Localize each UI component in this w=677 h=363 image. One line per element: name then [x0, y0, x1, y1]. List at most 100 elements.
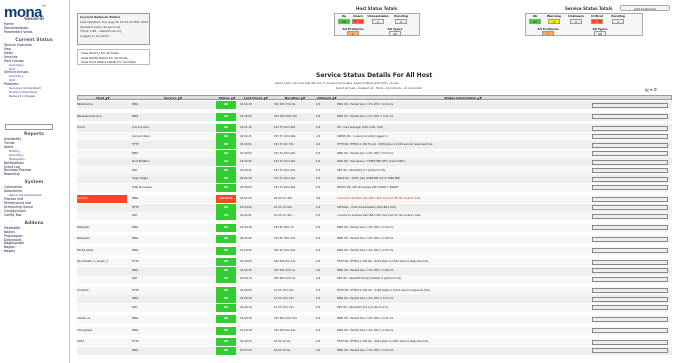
svc-unknown-count[interactable]: 0: [570, 19, 582, 24]
sidebar-item-parameters-views[interactable]: Parameters Views: [4, 30, 32, 34]
table-row[interactable]: BibliaLaboratorium PING OK 16:45:02 31d 20h …: [77, 112, 672, 121]
table-row[interactable]: SSH OK 16:40:31 15d 7h 10m 40s 1/4 SSH OK - O…: [77, 166, 672, 175]
host-name-cell[interactable]: Netapp02: [77, 235, 127, 243]
host-name-cell: [77, 184, 127, 192]
link-host-status[interactable]: View Host Status Detail For All Hosts: [81, 60, 136, 64]
table-row[interactable]: SSH OK 16:40:14 30d 20h 10m 1s 1/4 SSH OK - O…: [77, 275, 672, 283]
host-up-header[interactable]: Up: [338, 14, 350, 18]
host-down-count[interactable]: 1: [352, 19, 364, 24]
link-history[interactable]: View History For all hosts: [81, 51, 119, 55]
host-name-cell: [77, 267, 127, 275]
last-check-cell: 16:40:14: [240, 277, 252, 280]
table-row[interactable]: PING OK 16:44:38 30d 20h 10m 1s 1/4 PING OK -…: [77, 266, 672, 275]
table-row[interactable]: HTTP OK 16:43:24 0d 0h 1m 55s 1/4 CRITICAL - …: [77, 203, 672, 212]
search-input[interactable]: [5, 124, 53, 130]
duration-cell: 15d 4h 35m 12s: [274, 237, 296, 240]
table-row[interactable]: ScriptVM HTTP OK 16:44:05 1d 5h 17m 31s 1/4 HT…: [77, 286, 672, 295]
table-row[interactable]: Vmstor-ux PING OK 16:43:18 31d 20h 10m 51s 1/…: [77, 315, 672, 323]
table-row[interactable]: Dom4 Current Load OK 16:41:10 15d 7h 10m 40s…: [77, 124, 672, 132]
table-row[interactable]: AVO3 HTTP OK 16:44:24 0d 0h 4m 0s 1/4 HTTP OK:…: [77, 338, 672, 346]
table-row[interactable]: Netapp02 PING OK 16:42:40 15d 4h 35m 12s 1/4 P…: [77, 235, 672, 243]
status-info-cell: PING OK - Packet loss = 0%, RTA = 0.18 m…: [337, 328, 394, 332]
table-row[interactable]: Vmmyleads PING OK 16:43:18 31d 20h 9m 44s 1/4…: [77, 326, 672, 335]
sidebar-item-config-tool[interactable]: Config Tool: [4, 213, 21, 217]
attempt-cell: 1/4: [316, 134, 321, 138]
service-name-cell: Total Processes: [132, 185, 152, 189]
sidebar-item-nagios[interactable]: Nagios: [4, 249, 15, 253]
service-name-cell: PING: [132, 103, 139, 106]
last-check-cell: 16:45:02: [240, 114, 252, 118]
host-all-problems-count[interactable]: 1: [347, 31, 359, 36]
svc-all-problems-count[interactable]: 7: [542, 31, 554, 36]
table-tools[interactable]: ▤ ▾ ⚙: [645, 87, 657, 92]
host-name-cell[interactable]: Vmmyleads: [77, 327, 127, 335]
svc-ok-count[interactable]: 91: [529, 19, 541, 24]
svc-critical-header[interactable]: Critical: [588, 14, 606, 18]
host-name-cell[interactable]: Dom4: [77, 124, 127, 132]
service-name-cell: PING: [132, 114, 139, 118]
host-name-cell[interactable]: Vmstor-ux: [77, 315, 127, 323]
table-row[interactable]: BibliaCentre PING OK 16:44:18 31d 20h 31m 8s…: [77, 101, 672, 109]
host-name-cell[interactable]: Netapp01: [77, 224, 127, 232]
host-name-cell[interactable]: Gosforth: [77, 195, 127, 203]
bookmark-button[interactable]: Add bookmark: [620, 5, 670, 11]
status-cell: OK: [216, 158, 236, 166]
host-pending-count[interactable]: 0: [395, 19, 407, 24]
sidebar-subitem-network-outages[interactable]: Network Outages: [9, 94, 35, 98]
status-info-cell: OK - load average: 0.00, 0.00, 0.00: [337, 126, 383, 129]
host-up-count[interactable]: 28: [338, 19, 350, 24]
host-pending-header[interactable]: Pending: [392, 14, 410, 18]
svc-all-types-count[interactable]: 98: [594, 31, 606, 36]
status-info-cell: PING OK - Packet loss = 0%, RTA = 0.03 m…: [337, 151, 394, 155]
host-name-cell[interactable]: BibliaLaboratorium: [77, 113, 127, 121]
status-cell: OK: [216, 258, 236, 266]
svc-ok-header[interactable]: Ok: [528, 14, 542, 18]
status-info-cell: PROCS OK: 105 processes with STATE = RSZ…: [337, 185, 399, 189]
svc-warning-count[interactable]: 3: [548, 19, 560, 24]
svc-unknown-header[interactable]: Unknown: [566, 14, 586, 18]
sidebar-item-reporting[interactable]: Reporting: [4, 172, 20, 176]
host-unreachable-count[interactable]: 0: [372, 19, 384, 24]
last-check-cell: 16:44:01: [240, 143, 252, 146]
table-row[interactable]: Gosforth PING CRITICAL 16:41:42 0d 0h 2m 45s…: [77, 195, 672, 203]
perfdata-bar: [592, 125, 668, 131]
host-down-header[interactable]: Down: [352, 14, 364, 18]
service-name-cell: HTTP: [132, 260, 139, 263]
table-row[interactable]: PING OK 16:44:18 1d 5h 17m 31s 1/4 PING OK - …: [77, 295, 672, 303]
svc-pending-header[interactable]: Pending: [608, 14, 628, 18]
svc-pending-count[interactable]: 0: [612, 19, 624, 24]
host-unreachable-header[interactable]: Unreachable: [366, 14, 390, 18]
table-row[interactable]: Current Users OK 16:41:15 15d 7h 10m 40s 1/4…: [77, 132, 672, 141]
host-name-cell[interactable]: ScriptVM: [77, 287, 127, 295]
svc-warning-header[interactable]: Warning: [544, 14, 564, 18]
status-cell: OK: [216, 275, 236, 283]
attempt-cell: 1/4: [316, 114, 321, 118]
table-row[interactable]: RD-02-Adder PING OK 16:43:23 30d 2h 12m 40s 1…: [77, 246, 672, 255]
host-all-types-count[interactable]: 29: [389, 31, 401, 36]
table-row[interactable]: Root Partition OK 16:42:35 15d 7h 10m 40s 1/…: [77, 158, 672, 166]
table-row[interactable]: SSH OK 16:44:14 1d 5h 17m 31s 1/4 SSH OK - Op…: [77, 303, 672, 312]
host-name-cell[interactable]: AVO3: [77, 338, 127, 346]
service-name-cell: PING: [132, 248, 139, 252]
table-row[interactable]: SSH OK 16:42:51 0d 0h 1m 31s 1/4 connect to a…: [77, 212, 672, 220]
status-info-cell: HTTP OK: HTTP/1.1 200 OK - 2700 bytes in…: [337, 288, 430, 292]
link-notifications[interactable]: View Notifications For All Hosts: [81, 56, 128, 60]
table-row[interactable]: Swap Usage OK 16:42:18 15d 7h 10m 40s 1/4 SWA…: [77, 175, 672, 183]
attempt-cell: 1/4: [316, 103, 321, 106]
table-row[interactable]: Roundtable_in_Ocean_U HTTP OK 16:43:03 30d 2…: [77, 258, 672, 266]
table-row[interactable]: Netapp01 PING OK 16:43:18 15d 4h 36m 7s 1/4 PI…: [77, 223, 672, 232]
host-name-cell[interactable]: RD-02-Adder: [77, 247, 127, 255]
table-row[interactable]: PING OK 16:45:03 15d 7h 10m 40s 1/4 PING OK -…: [77, 149, 672, 158]
table-row[interactable]: Total Processes OK 16:45:04 15d 7h 10m 40s 1…: [77, 183, 672, 192]
service-name-cell: SSH: [132, 305, 138, 309]
selection-links[interactable]: Select all hosts · Deselect all · Hosts …: [336, 87, 422, 90]
host-name-cell[interactable]: BibliaCentre: [77, 101, 127, 109]
logo-tm: ™: [42, 4, 46, 9]
svc-critical-count[interactable]: 4: [591, 19, 603, 24]
table-row[interactable]: PING OK 16:37:49 0d 0h 4m 0s 1/4 PING OK - Pa…: [77, 346, 672, 355]
host-name-cell[interactable]: Roundtable_in_Ocean_U: [77, 258, 127, 266]
perfdata-bar: [592, 142, 668, 148]
attempt-cell: 1/4: [316, 168, 321, 172]
attempt-cell: 1/4: [316, 288, 321, 292]
table-row[interactable]: HTTP OK 16:44:01 15d 7h 9m 33s 1/4 HTTP OK: H…: [77, 141, 672, 149]
